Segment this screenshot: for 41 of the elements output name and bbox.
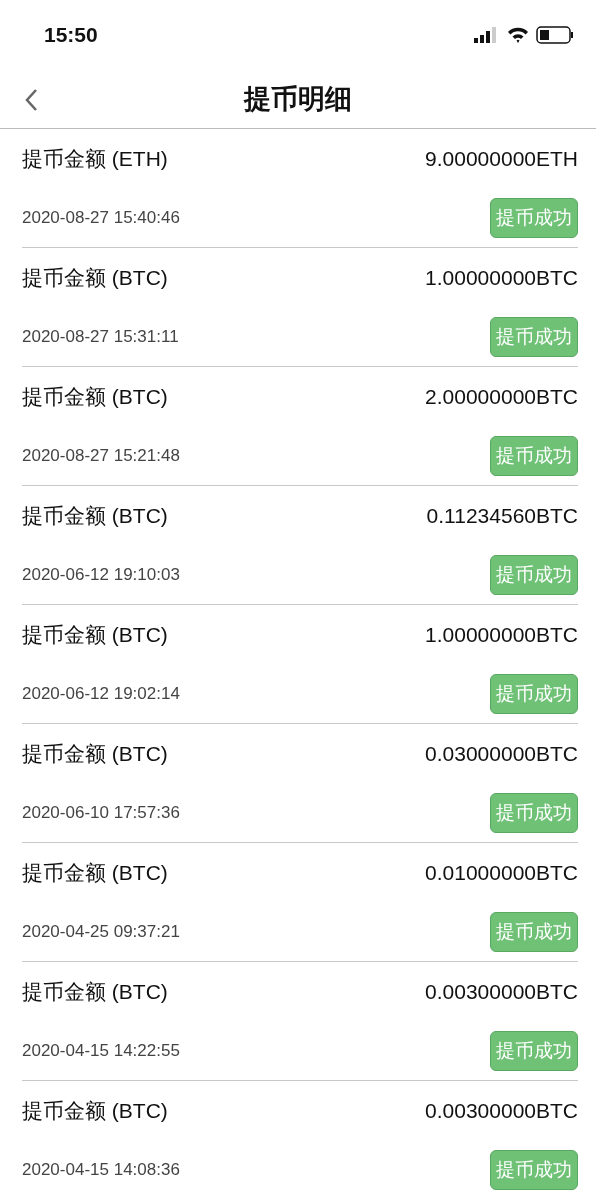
- amount-label: 提币金额 (BTC): [22, 979, 168, 1005]
- amount-label: 提币金额 (BTC): [22, 622, 168, 648]
- status-badge: 提币成功: [490, 674, 578, 714]
- back-icon[interactable]: [24, 88, 38, 112]
- amount-label: 提币金额 (BTC): [22, 741, 168, 767]
- status-time: 15:50: [44, 23, 98, 47]
- status-badge: 提币成功: [490, 317, 578, 357]
- record-time: 2020-04-15 14:08:36: [22, 1160, 180, 1180]
- amount-label: 提币金额 (BTC): [22, 384, 168, 410]
- amount-label: 提币金额 (BTC): [22, 1098, 168, 1124]
- amount-value: 1.00000000BTC: [425, 266, 578, 290]
- amount-value: 0.01000000BTC: [425, 861, 578, 885]
- status-badge: 提币成功: [490, 793, 578, 833]
- status-badge: 提币成功: [490, 1031, 578, 1071]
- amount-label: 提币金额 (BTC): [22, 265, 168, 291]
- amount-value: 0.00300000BTC: [425, 980, 578, 1004]
- battery-icon: [536, 26, 574, 44]
- status-badge: 提币成功: [490, 1150, 578, 1190]
- amount-label: 提币金额 (ETH): [22, 146, 168, 172]
- amount-value: 1.00000000BTC: [425, 623, 578, 647]
- record-time: 2020-04-15 14:22:55: [22, 1041, 180, 1061]
- record-time: 2020-08-27 15:21:48: [22, 446, 180, 466]
- record-time: 2020-06-12 19:10:03: [22, 565, 180, 585]
- amount-label: 提币金额 (BTC): [22, 503, 168, 529]
- amount-value: 0.00300000BTC: [425, 1099, 578, 1123]
- amount-label: 提币金额 (BTC): [22, 860, 168, 886]
- record-time: 2020-06-10 17:57:36: [22, 803, 180, 823]
- record-time: 2020-08-27 15:40:46: [22, 208, 180, 228]
- amount-value: 0.11234560BTC: [426, 504, 578, 528]
- status-badge: 提币成功: [490, 555, 578, 595]
- page-title: 提币明细: [244, 83, 352, 116]
- record-time: 2020-06-12 19:02:14: [22, 684, 180, 704]
- amount-value: 9.00000000ETH: [425, 147, 578, 171]
- amount-value: 2.00000000BTC: [425, 385, 578, 409]
- record-time: 2020-04-25 09:37:21: [22, 922, 180, 942]
- status-badge: 提币成功: [490, 198, 578, 238]
- status-badge: 提币成功: [490, 912, 578, 952]
- record-time: 2020-08-27 15:31:11: [22, 327, 179, 347]
- status-badge: 提币成功: [490, 436, 578, 476]
- wifi-icon: [507, 27, 529, 43]
- amount-value: 0.03000000BTC: [425, 742, 578, 766]
